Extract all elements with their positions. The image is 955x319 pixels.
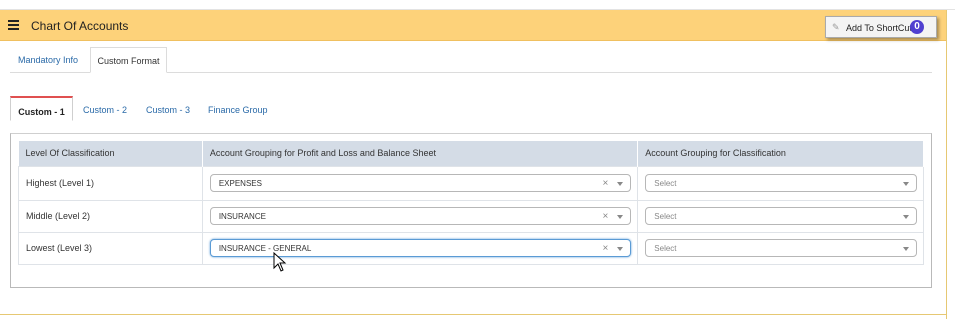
clear-x-icon[interactable]: × (602, 178, 608, 189)
select-placeholder: Select (654, 244, 677, 253)
tab-custom-3[interactable]: Custom - 3 (146, 96, 202, 121)
add-to-shortcut-button[interactable]: ✎ Add To ShortCut 0 (825, 16, 937, 38)
pin-icon: ✎ (832, 22, 840, 32)
main-tabs: Mandatory Info Custom Format (10, 47, 932, 73)
select-placeholder: Select (654, 179, 677, 188)
column-header-level: Level Of Classification (18, 141, 203, 166)
tab-finance-group[interactable]: Finance Group (208, 96, 288, 121)
top-strip (0, 0, 955, 10)
tab-custom-1[interactable]: Custom - 1 (10, 96, 73, 121)
select-placeholder: Select (654, 212, 677, 221)
table-row: Middle (Level 2) INSURANCE × Select (18, 199, 924, 233)
level-cell: Middle (Level 2) (18, 199, 203, 233)
classification-grouping-select[interactable]: Select (645, 174, 917, 192)
select-value: INSURANCE (218, 212, 266, 221)
shortcut-count-badge: 0 (910, 20, 924, 34)
tab-mandatory-info[interactable]: Mandatory Info (18, 47, 90, 73)
chevron-down-icon[interactable] (903, 215, 909, 219)
classification-grouping-select[interactable]: Select (645, 239, 917, 257)
chevron-down-icon[interactable] (903, 182, 909, 186)
level-cell: Lowest (Level 3) (18, 231, 203, 265)
column-header-classification-grouping: Account Grouping for Classification (637, 141, 924, 166)
table-row: Lowest (Level 3) INSURANCE - GENERAL × S… (18, 231, 924, 265)
hamburger-icon[interactable] (8, 20, 19, 30)
select-value: EXPENSES (218, 179, 262, 188)
pl-bs-grouping-select[interactable]: INSURANCE × (209, 207, 632, 225)
clear-x-icon[interactable]: × (602, 243, 608, 254)
chevron-down-icon[interactable] (617, 182, 624, 186)
level-cell: Highest (Level 1) (18, 165, 203, 201)
chevron-down-icon[interactable] (617, 215, 624, 219)
select-value: INSURANCE - GENERAL (218, 244, 312, 253)
table-row: Highest (Level 1) EXPENSES × Select (18, 165, 924, 201)
page-title: Chart Of Accounts (31, 19, 129, 33)
chevron-down-icon[interactable] (903, 247, 909, 251)
panel-header: Chart Of Accounts ✎ Add To ShortCut 0 (0, 10, 946, 41)
column-header-pl-bs-grouping: Account Grouping for Profit and Loss and… (202, 141, 639, 166)
classification-grouping-select[interactable]: Select (645, 207, 917, 225)
chevron-down-icon[interactable] (617, 247, 624, 251)
mouse-pointer-icon (273, 252, 287, 272)
classification-table: Level Of Classification Account Grouping… (18, 141, 924, 265)
panel-right-border (946, 10, 947, 319)
pl-bs-grouping-select[interactable]: EXPENSES × (209, 174, 632, 192)
tab-custom-2[interactable]: Custom - 2 (83, 96, 139, 121)
shortcut-label: Add To ShortCut (846, 23, 912, 33)
tab-custom-format[interactable]: Custom Format (90, 47, 167, 73)
sub-tabs: Custom - 1 Custom - 2 Custom - 3 Finance… (10, 96, 932, 121)
clear-x-icon[interactable]: × (602, 211, 608, 222)
